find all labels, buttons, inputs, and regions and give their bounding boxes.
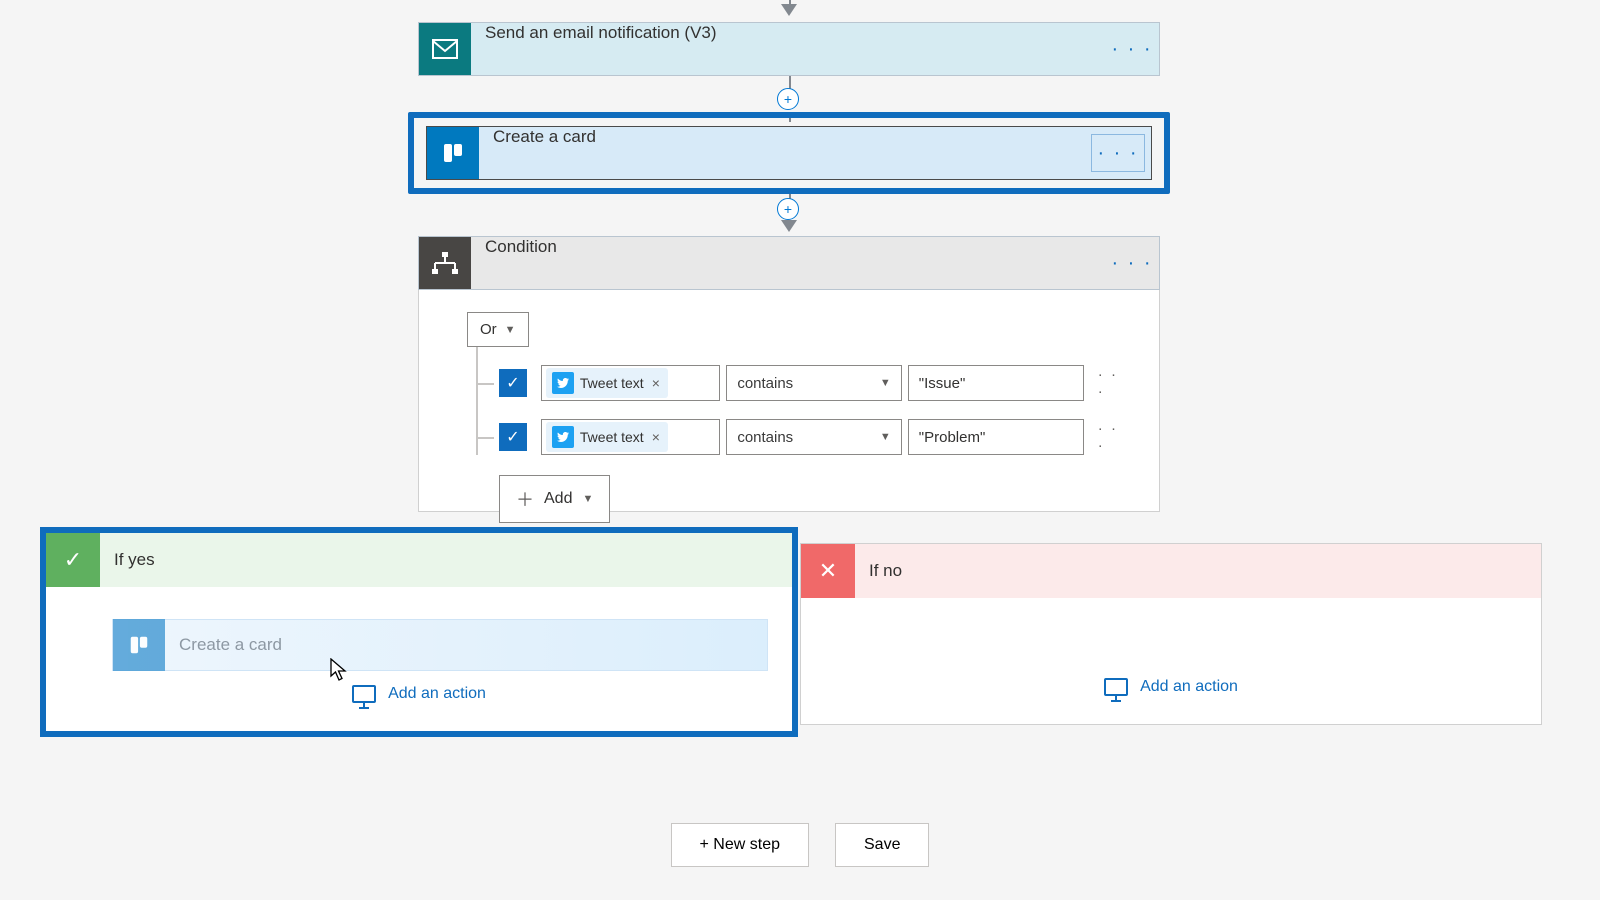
flow-canvas: Send an email notification (V3) · · · + …	[0, 0, 1600, 900]
operator-label: contains	[737, 429, 793, 446]
condition-icon	[419, 237, 471, 289]
step-send-email[interactable]: Send an email notification (V3) · · ·	[418, 22, 1160, 76]
operator-label: contains	[737, 375, 793, 392]
tree-connector	[467, 365, 499, 401]
token-label: Tweet text	[580, 429, 644, 445]
ghost-title: Create a card	[165, 635, 767, 655]
tree-connector	[467, 419, 499, 455]
chevron-down-icon: ▼	[582, 493, 593, 505]
check-icon: ✓	[46, 533, 100, 587]
token-remove[interactable]: ×	[650, 375, 662, 391]
drop-target-create-card[interactable]: Create a card	[112, 619, 768, 671]
add-action-label: Add an action	[388, 685, 486, 703]
add-action-button[interactable]: Add an action	[825, 678, 1517, 696]
condition-body: Or ▼ ✓ Tweet text × contains ▼ · ·	[418, 290, 1160, 512]
rule-checkbox[interactable]: ✓	[499, 423, 527, 451]
new-step-button[interactable]: + New step	[671, 823, 809, 867]
step-title: Condition	[471, 237, 1105, 289]
branch-yes: ✓ If yes Create a card Add an action	[40, 527, 798, 737]
chevron-down-icon: ▼	[880, 431, 891, 443]
rule-more-button[interactable]: · · ·	[1098, 420, 1131, 454]
save-button[interactable]: Save	[835, 823, 929, 867]
condition-add-rule[interactable]: ＋ Add ▼	[499, 475, 610, 523]
condition-group-label: Or	[480, 321, 497, 338]
arrow-down-icon	[781, 220, 797, 232]
branch-title: If no	[855, 561, 902, 581]
twitter-icon	[552, 372, 574, 394]
branch-header[interactable]: ✓ If yes	[46, 533, 792, 587]
trello-icon	[113, 619, 165, 671]
arrow-down-icon	[781, 4, 797, 16]
step-condition[interactable]: Condition · · ·	[418, 236, 1160, 290]
insert-step-button[interactable]: +	[777, 198, 799, 220]
add-action-icon	[1104, 678, 1128, 696]
rule-value-input[interactable]	[908, 419, 1084, 455]
footer-actions: + New step Save	[0, 823, 1600, 867]
condition-rule: ✓ Tweet text × contains ▼ · · ·	[467, 365, 1131, 401]
chevron-down-icon: ▼	[505, 324, 516, 336]
step-title: Send an email notification (V3)	[471, 23, 1105, 75]
rule-operator-select[interactable]: contains ▼	[726, 419, 901, 455]
token-label: Tweet text	[580, 375, 644, 391]
add-action-label: Add an action	[1140, 678, 1238, 696]
step-create-card[interactable]: Create a card · · ·	[426, 126, 1152, 180]
rule-left-operand[interactable]: Tweet text ×	[541, 419, 720, 455]
insert-step-button[interactable]: +	[777, 88, 799, 110]
close-icon: ✕	[801, 544, 855, 598]
rule-value-input[interactable]	[908, 365, 1084, 401]
rule-more-button[interactable]: · · ·	[1098, 366, 1131, 400]
chevron-down-icon: ▼	[880, 377, 891, 389]
condition-group-selector[interactable]: Or ▼	[467, 312, 529, 347]
dynamic-token: Tweet text ×	[546, 368, 668, 398]
twitter-icon	[552, 426, 574, 448]
rule-operator-select[interactable]: contains ▼	[726, 365, 901, 401]
rule-checkbox[interactable]: ✓	[499, 369, 527, 397]
rule-left-operand[interactable]: Tweet text ×	[541, 365, 720, 401]
branch-no: ✕ If no Add an action	[800, 543, 1542, 725]
plus-icon: ＋	[516, 486, 534, 512]
dynamic-token: Tweet text ×	[546, 422, 668, 452]
add-action-button[interactable]: Add an action	[70, 685, 768, 703]
add-action-icon	[352, 685, 376, 703]
token-remove[interactable]: ×	[650, 429, 662, 445]
branch-header[interactable]: ✕ If no	[801, 544, 1541, 598]
add-label: Add	[544, 490, 572, 508]
branch-title: If yes	[100, 550, 155, 570]
step-more-button[interactable]: · · ·	[1105, 237, 1159, 289]
step-more-button[interactable]: · · ·	[1091, 134, 1145, 172]
step-title: Create a card	[479, 127, 1091, 179]
step-more-button[interactable]: · · ·	[1105, 23, 1159, 75]
condition-rule: ✓ Tweet text × contains ▼ · · ·	[467, 419, 1131, 455]
mail-icon	[419, 23, 471, 75]
trello-icon	[427, 127, 479, 179]
